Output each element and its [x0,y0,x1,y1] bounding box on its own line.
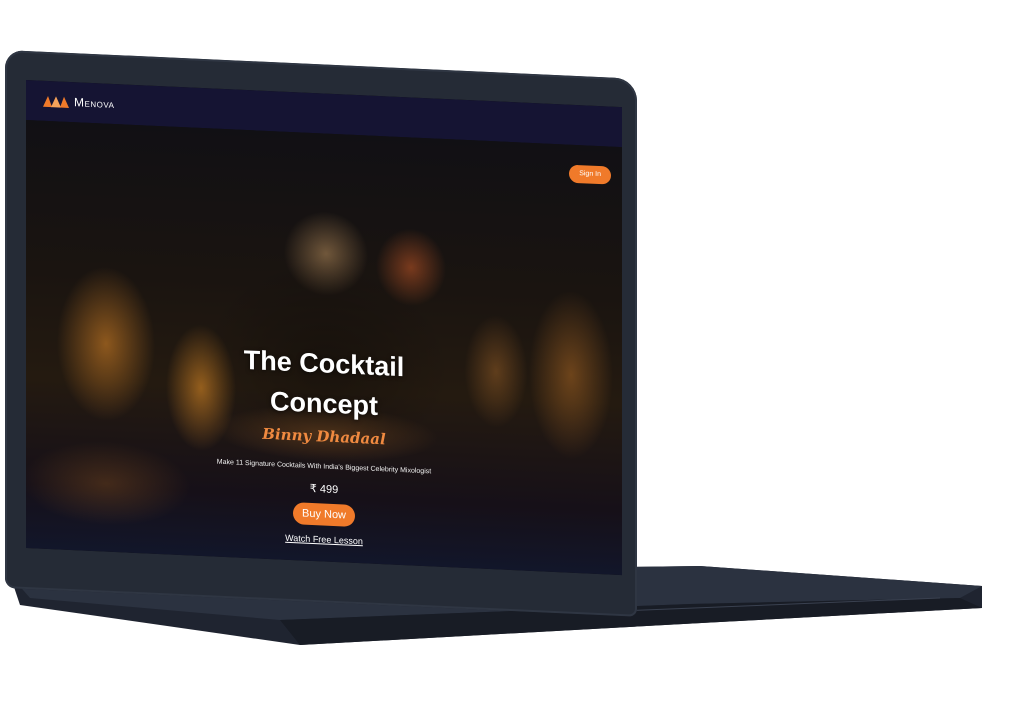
buy-now-button[interactable]: Buy Now [292,502,356,527]
laptop-mockup: Menova Sign In The Cocktail Concept Binn… [0,0,1015,708]
menova-logo-icon [43,95,69,108]
logo[interactable]: Menova [43,94,114,111]
laptop-screen: Menova Sign In The Cocktail Concept Binn… [26,80,622,576]
hero-section: Sign In The Cocktail Concept Binny Dhada… [26,120,622,576]
sign-in-button[interactable]: Sign In [569,164,611,185]
hero-content: The Cocktail Concept Binny Dhadaal Make … [26,178,622,558]
brand-name: Menova [74,95,115,112]
